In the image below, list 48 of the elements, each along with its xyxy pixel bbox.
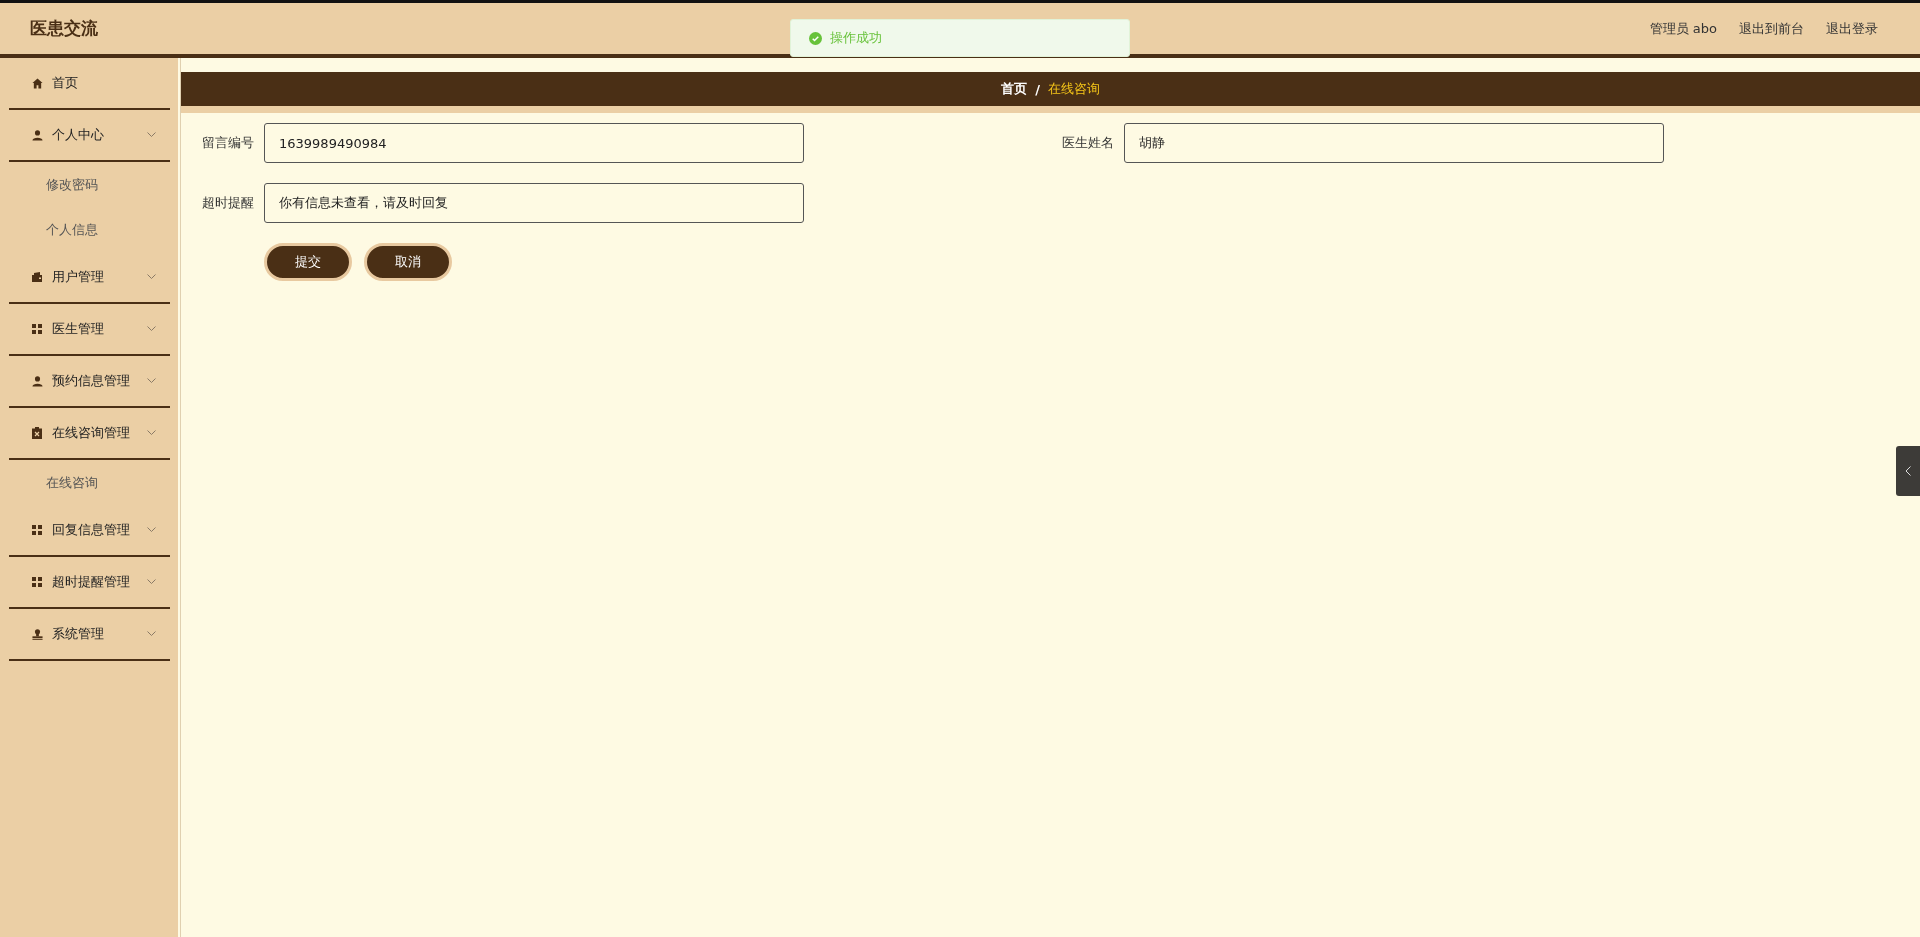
sidebar-item[interactable]: 医生管理 <box>9 304 170 354</box>
sidebar-item[interactable]: 回复信息管理 <box>9 505 170 555</box>
person-icon <box>31 129 43 141</box>
field-label: 医生姓名 <box>1061 134 1114 152</box>
form-button[interactable]: 提交 <box>264 243 352 281</box>
header-link[interactable]: 退出到前台 <box>1739 19 1804 38</box>
sidebar-item[interactable]: 个人中心 <box>9 110 170 160</box>
sidebar-subitem[interactable]: 个人信息 <box>9 207 170 252</box>
home-icon <box>31 77 43 89</box>
clipboard-icon <box>32 427 42 439</box>
field-label: 超时提醒 <box>201 194 254 212</box>
sidebar-item[interactable]: 超时提醒管理 <box>9 557 170 607</box>
input-field[interactable]: 你有信息未查看，请及时回复 <box>264 183 804 223</box>
grid-icon <box>32 324 42 334</box>
chevron-down-icon <box>147 378 156 384</box>
sidebar-subitem[interactable]: 修改密码 <box>9 162 170 207</box>
field-label: 留言编号 <box>201 134 254 152</box>
check-circle-icon <box>809 31 822 45</box>
grid-icon <box>32 525 42 535</box>
grid-icon <box>32 577 42 587</box>
input-field[interactable]: 胡静 <box>1124 123 1664 163</box>
header-link[interactable]: 管理员 abo <box>1649 19 1717 38</box>
breadcrumb-link[interactable]: 在线咨询 <box>1047 80 1100 98</box>
chevron-down-icon <box>147 631 156 637</box>
sidebar-item[interactable]: 系统管理 <box>9 609 170 659</box>
chevron-down-icon <box>147 579 156 585</box>
person-icon <box>31 375 43 387</box>
chevron-down-icon <box>147 430 156 436</box>
sidebar-item[interactable]: 用户管理 <box>9 252 170 302</box>
chevron-down-icon <box>147 132 156 138</box>
input-field[interactable]: 1639989490984 <box>264 123 804 163</box>
toast-text: 操作成功 <box>830 29 882 47</box>
header-link[interactable]: 退出登录 <box>1826 19 1878 38</box>
side-toggle-tab[interactable] <box>1896 446 1920 496</box>
chevron-down-icon <box>147 274 156 280</box>
chevron-left-icon <box>1905 466 1911 476</box>
chevron-down-icon <box>147 326 156 332</box>
chevron-down-icon <box>147 527 156 533</box>
stamp-icon <box>31 628 43 640</box>
app-title: 医患交流 <box>30 17 98 40</box>
sidebar-subitem[interactable]: 在线咨询 <box>9 460 170 505</box>
sidebar-item[interactable]: 首页 <box>9 58 170 108</box>
sidebar-item[interactable]: 在线咨询管理 <box>9 408 170 458</box>
breadcrumb-separator: / <box>1035 81 1040 97</box>
sidebar-item[interactable]: 预约信息管理 <box>9 356 170 406</box>
breadcrumb-link[interactable]: 首页 <box>1001 80 1028 98</box>
wallet-icon <box>31 272 43 282</box>
form-button[interactable]: 取消 <box>364 243 452 281</box>
